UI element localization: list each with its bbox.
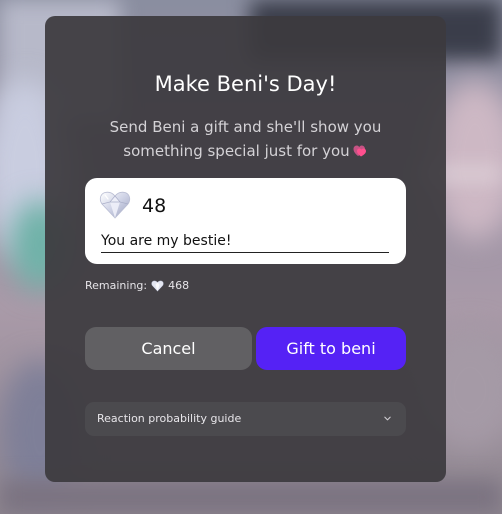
cancel-button[interactable]: Cancel <box>85 327 252 370</box>
reaction-guide-dropdown[interactable]: Reaction probability guide <box>85 402 406 436</box>
subtitle-line-2: something special just for you <box>123 142 350 160</box>
subtitle-line-2-wrap: something special just for you <box>75 139 416 163</box>
gift-amount: 48 <box>142 195 167 217</box>
diamond-heart-icon <box>151 280 164 292</box>
remaining-balance: Remaining: 468 <box>85 278 189 294</box>
pink-hearts-icon <box>353 145 366 157</box>
gift-to-beni-button[interactable]: Gift to beni <box>256 327 406 370</box>
modal-title: Make Beni's Day! <box>154 72 337 96</box>
remaining-value: 468 <box>168 279 190 292</box>
remaining-label: Remaining: <box>85 279 148 292</box>
diamond-heart-icon <box>99 191 131 219</box>
modal-subtitle: Send Beni a gift and she'll show you som… <box>75 115 416 163</box>
reaction-guide-label: Reaction probability guide <box>97 412 242 425</box>
chevron-down-icon <box>384 416 391 421</box>
gift-amount-card: 48 <box>85 178 406 264</box>
gift-message-input[interactable] <box>101 229 389 253</box>
subtitle-line-1: Send Beni a gift and she'll show you <box>109 118 382 136</box>
gift-modal: Make Beni's Day! Send Beni a gift and sh… <box>45 16 446 482</box>
